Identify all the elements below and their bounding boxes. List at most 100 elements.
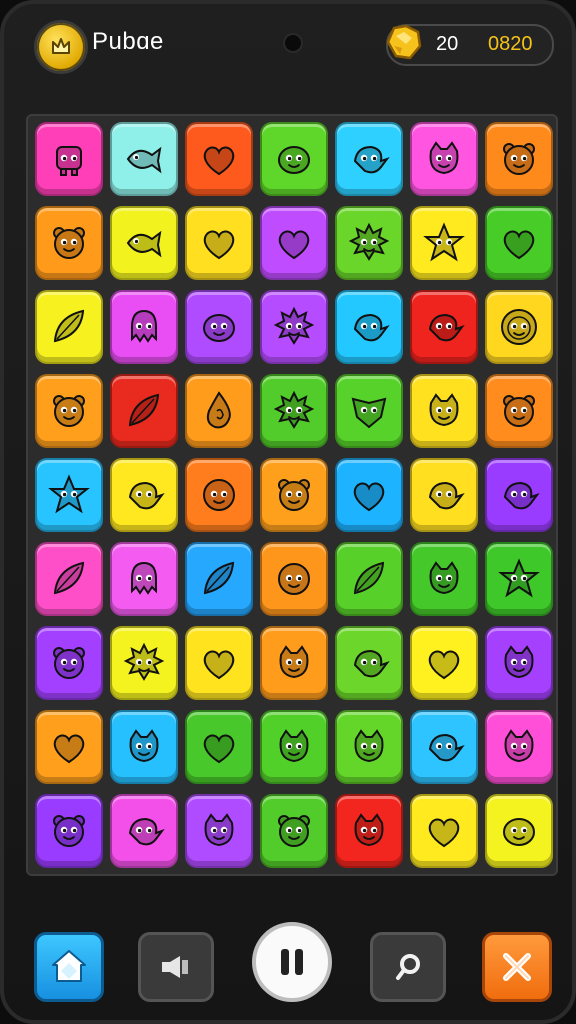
board-tile[interactable] — [410, 374, 478, 448]
heart-icon — [353, 482, 385, 512]
blob-icon — [203, 314, 235, 342]
board-tile[interactable] — [185, 290, 253, 364]
board-tile[interactable] — [260, 710, 328, 784]
board-tile[interactable] — [485, 542, 553, 616]
board-tile[interactable] — [185, 458, 253, 532]
board-tile[interactable] — [410, 626, 478, 700]
board-tile[interactable] — [410, 458, 478, 532]
lion-icon — [501, 309, 537, 345]
board-tile[interactable] — [335, 374, 403, 448]
star-icon — [423, 222, 465, 262]
drop-icon — [206, 391, 231, 429]
home-button[interactable] — [34, 932, 104, 1002]
board-tile[interactable] — [260, 542, 328, 616]
board-tile[interactable] — [185, 794, 253, 868]
board-tile[interactable] — [335, 542, 403, 616]
board-tile[interactable] — [35, 290, 103, 364]
board-tile[interactable] — [410, 122, 478, 196]
bird-icon — [428, 733, 465, 762]
fish-icon — [126, 230, 162, 258]
board-tile[interactable] — [485, 458, 553, 532]
shield-icon — [351, 397, 387, 429]
board-tile[interactable] — [185, 626, 253, 700]
board-tile[interactable] — [335, 290, 403, 364]
board-tile[interactable] — [410, 710, 478, 784]
sound-button[interactable] — [138, 932, 214, 1002]
pause-button[interactable] — [252, 922, 332, 1002]
board-tile[interactable] — [185, 206, 253, 280]
search-button[interactable] — [370, 932, 446, 1002]
board-tile[interactable] — [35, 542, 103, 616]
crown-icon[interactable] — [34, 20, 88, 74]
board-tile[interactable] — [485, 710, 553, 784]
board-tile[interactable] — [410, 542, 478, 616]
sound-icon — [162, 956, 188, 978]
board-tile[interactable] — [185, 122, 253, 196]
board-tile[interactable] — [335, 206, 403, 280]
board-tile[interactable] — [485, 794, 553, 868]
board-tile[interactable] — [335, 122, 403, 196]
board-tile[interactable] — [35, 794, 103, 868]
board-tile[interactable] — [260, 206, 328, 280]
board-tile[interactable] — [260, 458, 328, 532]
bird-icon — [353, 649, 390, 678]
bear-icon — [278, 815, 310, 847]
face-icon — [203, 479, 235, 511]
board-tile[interactable] — [35, 626, 103, 700]
board-tile[interactable] — [485, 122, 553, 196]
board-tile[interactable] — [110, 794, 178, 868]
cat-icon — [279, 645, 309, 679]
bird-icon — [428, 313, 465, 342]
spiky-icon — [123, 642, 165, 681]
board-tile[interactable] — [260, 122, 328, 196]
board-tile[interactable] — [335, 458, 403, 532]
score-counter: 0820 — [488, 33, 533, 55]
cat-icon — [504, 645, 534, 679]
board-tile[interactable] — [110, 206, 178, 280]
board-tile[interactable] — [110, 374, 178, 448]
cat-icon — [129, 729, 159, 763]
board-tile[interactable] — [110, 542, 178, 616]
board-tile[interactable] — [35, 122, 103, 196]
shuffle-button[interactable] — [482, 932, 552, 1002]
board-tile[interactable] — [335, 710, 403, 784]
board-tile[interactable] — [485, 290, 553, 364]
heart-icon — [203, 146, 235, 176]
board-tile[interactable] — [110, 290, 178, 364]
board-tile[interactable] — [260, 794, 328, 868]
board-tile[interactable] — [35, 374, 103, 448]
board-tile[interactable] — [260, 374, 328, 448]
board-tile[interactable] — [110, 122, 178, 196]
heart-icon — [503, 230, 535, 260]
cat-icon — [279, 729, 309, 763]
board-tile[interactable] — [410, 290, 478, 364]
board-tile[interactable] — [260, 290, 328, 364]
board-tile[interactable] — [185, 710, 253, 784]
board-tile[interactable] — [485, 206, 553, 280]
board-tile[interactable] — [485, 374, 553, 448]
board-tile[interactable] — [35, 206, 103, 280]
leaf-icon — [128, 393, 160, 427]
pause-icon — [281, 949, 303, 975]
board-tile[interactable] — [110, 626, 178, 700]
board-tile[interactable] — [110, 710, 178, 784]
board-tile[interactable] — [485, 626, 553, 700]
blob-icon — [278, 146, 310, 174]
board-tile[interactable] — [35, 458, 103, 532]
bear-icon — [53, 647, 85, 679]
leaf-icon — [353, 561, 385, 595]
squid-icon — [131, 561, 157, 595]
bear-icon — [503, 395, 535, 427]
board-tile[interactable] — [335, 794, 403, 868]
heart-icon — [203, 734, 235, 764]
board-tile[interactable] — [110, 458, 178, 532]
board-tile[interactable] — [410, 206, 478, 280]
board-tile[interactable] — [260, 626, 328, 700]
leaf-icon — [53, 561, 85, 595]
board-tile[interactable] — [185, 374, 253, 448]
board-tile[interactable] — [335, 626, 403, 700]
crown-glyph — [52, 38, 70, 54]
board-tile[interactable] — [410, 794, 478, 868]
board-tile[interactable] — [185, 542, 253, 616]
board-tile[interactable] — [35, 710, 103, 784]
